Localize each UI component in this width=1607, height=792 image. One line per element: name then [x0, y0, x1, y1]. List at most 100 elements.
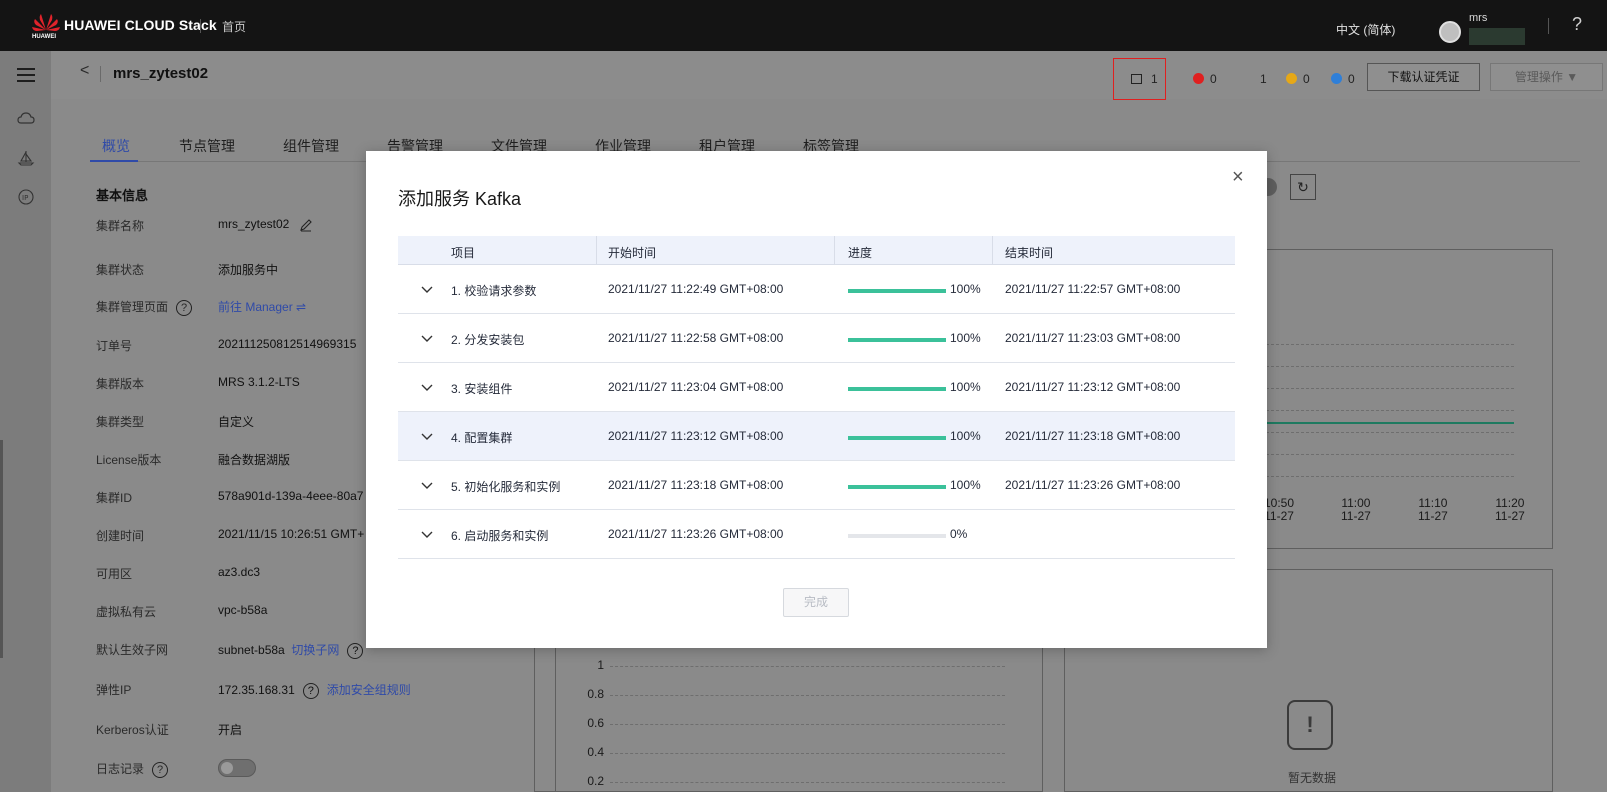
edit-icon[interactable] [299, 218, 313, 232]
column-divider [992, 236, 993, 265]
dialog-title: 添加服务 Kafka [398, 189, 522, 209]
menu-icon[interactable] [17, 65, 35, 83]
info-label: 集群状态 [96, 263, 145, 277]
chart-panel-inner [555, 640, 1043, 792]
start-time: 2021/11/27 11:22:58 GMT+08:00 [608, 331, 784, 345]
info-value: az3.dc3 [218, 565, 261, 579]
tab-components[interactable]: 组件管理 [283, 136, 339, 156]
step-name: 3. 安装组件 [451, 382, 513, 396]
top-navbar: HUAWEI CLOUD Stack HUAWEI 首页 中文 (简体) mrs… [0, 0, 1607, 51]
series-line [1266, 422, 1514, 424]
help-icon[interactable]: ? [176, 300, 193, 316]
table-row[interactable]: 5. 初始化服务和实例 2021/11/27 11:23:18 GMT+08:0… [398, 461, 1235, 510]
log-toggle[interactable] [218, 759, 256, 777]
step-name: 5. 初始化服务和实例 [451, 480, 561, 494]
end-time: 2021/11/27 11:23:26 GMT+08:00 [1005, 478, 1181, 492]
header-divider [1548, 18, 1549, 34]
table-row[interactable]: 2. 分发安装包 2021/11/27 11:22:58 GMT+08:00 1… [398, 314, 1235, 363]
major-alarm-count[interactable]: 1 [1260, 72, 1267, 86]
manager-link[interactable]: 前往 Manager ⇌ [218, 298, 306, 315]
critical-alarm-count[interactable]: 0 [1210, 72, 1217, 86]
chevron-down-icon[interactable] [420, 380, 434, 394]
tab-nodes[interactable]: 节点管理 [179, 136, 235, 156]
info-alarm-count[interactable]: 0 [1348, 72, 1355, 86]
progress-fill [848, 338, 946, 342]
tab-overview[interactable]: 概览 [102, 136, 130, 156]
home-link[interactable]: 首页 [222, 18, 246, 35]
ip-icon[interactable]: IP [17, 188, 35, 206]
grid-line [610, 666, 1005, 667]
grid-line [1266, 432, 1514, 433]
grid-line [1266, 454, 1514, 455]
info-label: 集群ID [96, 491, 133, 505]
progress-bar [848, 387, 946, 391]
download-credential-button[interactable]: 下载认证凭证 [1367, 63, 1480, 91]
language-selector[interactable]: 中文 (简体) [1336, 21, 1395, 38]
help-icon[interactable]: ? [302, 683, 319, 699]
done-button[interactable]: 完成 [783, 588, 849, 617]
help-icon[interactable]: ? [152, 762, 169, 778]
sailboat-icon[interactable] [17, 149, 35, 167]
y-tick-label: 0.8 [587, 687, 604, 701]
close-icon[interactable]: × [1232, 167, 1244, 187]
progress-bar [848, 534, 946, 538]
y-tick-label: 0.2 [587, 774, 604, 788]
info-label: 集群名称 [96, 219, 145, 233]
info-value: 自定义 [218, 415, 255, 429]
grid-line [1266, 388, 1514, 389]
end-time: 2021/11/27 11:23:12 GMT+08:00 [1005, 380, 1181, 394]
task-list-icon[interactable] [1131, 74, 1142, 84]
info-value: 578a901d-139a-4eee-80a7 [218, 489, 364, 503]
page-title: mrs_zytest02 [113, 65, 209, 82]
chevron-down-icon[interactable] [420, 429, 434, 443]
help-icon[interactable]: ? [347, 643, 364, 659]
help-icon[interactable]: ? [1572, 14, 1582, 35]
grid-line [1266, 410, 1514, 411]
cloud-icon[interactable] [17, 110, 35, 128]
info-alarm-icon[interactable] [1331, 73, 1342, 84]
brand-name[interactable]: HUAWEI CLOUD Stack [64, 17, 217, 33]
minor-alarm-icon[interactable] [1286, 73, 1297, 84]
task-count[interactable]: 1 [1151, 72, 1158, 86]
grid-line [610, 695, 1005, 696]
table-header: 项目 开始时间 进度 结束时间 [398, 236, 1235, 265]
info-label: 集群版本 [96, 377, 145, 391]
user-avatar[interactable] [1439, 21, 1461, 43]
user-account-bar[interactable] [1469, 28, 1525, 45]
chevron-down-icon[interactable] [420, 331, 434, 345]
table-row[interactable]: 3. 安装组件 2021/11/27 11:23:04 GMT+08:00 10… [398, 363, 1235, 412]
y-tick-label: 1 [597, 658, 604, 672]
header-divider [200, 19, 201, 33]
x-tick-label: 10:50 11-27 [1264, 496, 1295, 523]
chevron-down-icon[interactable] [420, 282, 434, 296]
progress-percent: 100% [950, 282, 981, 296]
switch-subnet-link[interactable]: 切换子网 [291, 643, 339, 657]
left-rail: IP [0, 51, 51, 792]
info-label: 日志记录? [96, 760, 176, 778]
minor-alarm-count[interactable]: 0 [1303, 72, 1310, 86]
user-name[interactable]: mrs [1469, 12, 1487, 24]
info-value: 融合数据湖版 [218, 453, 291, 467]
progress-bar [848, 436, 946, 440]
table-row[interactable]: 1. 校验请求参数 2021/11/27 11:22:49 GMT+08:00 … [398, 265, 1235, 314]
info-value: 202111250812514969315 [218, 337, 357, 351]
chevron-down-icon[interactable] [420, 527, 434, 541]
info-value: vpc-b58a [218, 603, 268, 617]
start-time: 2021/11/27 11:22:49 GMT+08:00 [608, 282, 784, 296]
y-tick-label: 0.6 [587, 716, 604, 730]
grid-line [610, 724, 1005, 725]
back-icon[interactable]: < [80, 62, 89, 80]
grid-line [1266, 366, 1514, 367]
table-row-hovered[interactable]: 4. 配置集群 2021/11/27 11:23:12 GMT+08:00 10… [398, 412, 1235, 461]
chevron-down-icon[interactable] [420, 478, 434, 492]
refresh-icon[interactable]: ↻ [1290, 174, 1316, 200]
grid-line [1266, 344, 1514, 345]
step-name: 2. 分发安装包 [451, 333, 525, 347]
manage-actions-button[interactable]: 管理操作 ▼ [1490, 63, 1603, 91]
svg-text:IP: IP [22, 194, 28, 202]
info-label: 默认生效子网 [96, 643, 169, 657]
info-label: 集群类型 [96, 415, 145, 429]
table-row[interactable]: 6. 启动服务和实例 2021/11/27 11:23:26 GMT+08:00… [398, 510, 1235, 559]
critical-alarm-icon[interactable] [1193, 73, 1204, 84]
add-security-rule-link[interactable]: 添加安全组规则 [327, 683, 411, 697]
